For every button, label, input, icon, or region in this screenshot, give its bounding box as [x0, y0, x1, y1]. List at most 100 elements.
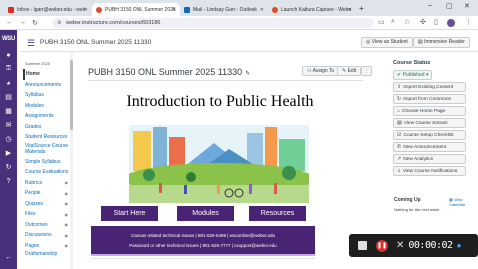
coming-up-empty-text: Nothing for the next week — [394, 207, 440, 212]
canvas-icon — [96, 6, 102, 13]
nav-item-assignments[interactable]: Assignments — [23, 111, 69, 122]
nav-item-discussions[interactable]: Discussions ◉ — [23, 230, 69, 241]
nav-item-student-resources[interactable]: Student Resources — [23, 132, 69, 143]
global-navigation: WSU ● ⚿ ◕ ▤ ▦ ✉ ◷ ▶ ↻ ? ← — [0, 30, 17, 269]
minimize-icon[interactable]: – — [428, 2, 432, 9]
extensions-icon[interactable]: ✣ — [420, 18, 426, 26]
new-analytics-button[interactable]: ↗ New Analytics — [393, 153, 466, 164]
stop-icon[interactable] — [358, 241, 367, 250]
url-field[interactable]: ⚙ weber.instructure.com/courses/603186 — [52, 18, 374, 28]
dashboard-icon[interactable]: ◕ — [0, 76, 17, 90]
view-calendar-link[interactable]: ▦ View Calendar — [449, 197, 478, 207]
hidden-eye-icon: ◉ — [64, 180, 69, 186]
calendar-icon[interactable]: ▦ — [0, 104, 17, 118]
view-as-student-button[interactable]: ◎ View as Student — [361, 37, 413, 48]
import-existing-content-button[interactable]: ⇪ Import Existing Content — [393, 81, 466, 92]
outlook-icon — [184, 6, 190, 13]
cancel-recording-icon[interactable]: ✕ — [396, 240, 404, 251]
import-from-commons-button[interactable]: ↻ Import from Commons — [393, 93, 466, 104]
help-icon[interactable]: ? — [0, 174, 17, 188]
close-icon[interactable]: ✕ — [84, 7, 88, 13]
resources-button[interactable]: Resources — [249, 206, 306, 221]
view-course-notifications-button[interactable]: ♫ View Course Notifications — [393, 165, 466, 176]
term-label: Summer 2025 — [25, 61, 51, 66]
browser-tab-active[interactable]: PUBH 3150 ONL Summer 2025 ✕ — [92, 3, 180, 16]
browser-tab-bar: Inbox - lgarr@weber.edu - web ✕ PUBH 3150… — [0, 0, 478, 16]
nav-item-simple-syllabus[interactable]: Simple Syllabus — [23, 157, 69, 168]
announcement-icon: ✆ — [397, 143, 402, 150]
collapse-icon[interactable]: ← — [0, 250, 17, 264]
browser-tab[interactable]: Launch Kaltura Capture - Webe ✕ — [268, 3, 356, 16]
close-icon[interactable]: ✕ — [260, 7, 264, 13]
pause-icon[interactable]: ❚❚ — [376, 239, 388, 252]
checklist-icon: ☑ — [397, 131, 402, 138]
home-icon: ⌂ — [397, 107, 401, 114]
recording-toolbar: ❚❚ ✕ 00:00:02 ● — [349, 234, 478, 257]
forward-icon[interactable]: → — [19, 19, 26, 26]
cast-icon[interactable]: ▭ — [378, 18, 385, 26]
immersive-reader-button[interactable]: ▤ Immersive Reader — [413, 37, 470, 48]
admin-icon[interactable]: ⚿ — [0, 62, 17, 76]
courses-icon[interactable]: ▤ — [0, 90, 17, 104]
header-divider — [20, 51, 478, 52]
sidepanel-icon[interactable]: ▯ — [434, 18, 438, 26]
account-icon[interactable]: ● — [0, 48, 17, 62]
modules-button[interactable]: Modules — [177, 206, 234, 221]
sidebar-scrollbar-thumb[interactable] — [70, 60, 73, 130]
nav-item-draftsmanship[interactable]: Draftsmanship — [23, 251, 69, 257]
kebab-icon: ⋮ — [364, 68, 369, 74]
breadcrumb[interactable]: PUBH 3150 ONL Summer 2025 11330 — [40, 39, 151, 46]
nav-item-syllabus[interactable]: Syllabus — [23, 90, 69, 101]
history-icon[interactable]: ◷ — [0, 132, 17, 146]
reload-icon[interactable]: ↻ — [32, 19, 38, 27]
hidden-eye-icon: ◉ — [64, 190, 69, 196]
nav-item-home[interactable]: Home — [23, 69, 69, 80]
published-button[interactable]: ✔ Published ▾ — [393, 69, 433, 80]
view-course-stream-button[interactable]: ▤ View Course Stream — [393, 117, 466, 128]
nav-item-announcements[interactable]: Announcements — [23, 80, 69, 91]
close-icon[interactable]: ✕ — [172, 7, 176, 13]
hamburger-menu-icon[interactable]: ☰ — [27, 38, 35, 49]
password-support-line: Password or other technical issues | 801… — [129, 243, 277, 248]
choose-home-page-button[interactable]: ⌂ Choose Home Page — [393, 105, 466, 116]
nav-item-grades[interactable]: Grades — [23, 122, 69, 133]
nav-item-modules[interactable]: Modules — [23, 101, 69, 112]
new-announcement-button[interactable]: ✆ New Announcement — [393, 141, 466, 152]
assign-to-button[interactable]: ⚇ Assign To — [302, 66, 340, 76]
nav-item-quizzes[interactable]: Quizzes ◉ — [23, 199, 69, 210]
more-options-button[interactable]: ⋮ — [361, 66, 372, 76]
nav-item-files[interactable]: Files ◉ — [23, 209, 69, 220]
studio-icon[interactable]: ▶ — [0, 146, 17, 160]
close-icon[interactable]: ✕ — [348, 7, 352, 13]
nav-item-pages[interactable]: Pages ◉ — [23, 241, 69, 252]
commons-icon[interactable]: ↻ — [0, 160, 17, 174]
nav-item-vitalsource[interactable]: VitalSource Course Materials — [23, 143, 69, 157]
bookmark-icon[interactable]: ☆ — [404, 18, 410, 26]
maximize-icon[interactable]: ▢ — [446, 2, 453, 10]
browser-tab[interactable]: Mail - Lindsay Garr - Outlook ✕ — [180, 3, 268, 16]
inbox-icon[interactable]: ✉ — [0, 118, 17, 132]
nav-item-rubrics[interactable]: Rubrics ◉ — [23, 178, 69, 189]
nav-item-course-evaluations[interactable]: Course Evaluations — [23, 167, 69, 178]
course-status-panel: Course Status ✔ Published ▾ ⇪ Import Exis… — [390, 60, 478, 176]
commons-icon: ↻ — [397, 95, 402, 102]
nav-item-outcomes[interactable]: Outcomes ◉ — [23, 220, 69, 231]
new-tab-icon[interactable]: + — [359, 4, 364, 13]
microphone-icon[interactable]: ● — [457, 241, 462, 250]
window-close-icon[interactable]: ✕ — [464, 2, 470, 10]
course-setup-checklist-button[interactable]: ☑ Course Setup Checklist — [393, 129, 466, 140]
browser-tab[interactable]: Inbox - lgarr@weber.edu - web ✕ — [4, 3, 92, 16]
back-icon[interactable]: ← — [6, 19, 13, 26]
edit-button[interactable]: ✎ Edit — [337, 66, 362, 76]
menu-icon[interactable]: ⋮ — [465, 18, 472, 26]
profile-avatar[interactable] — [447, 19, 455, 27]
nav-item-people[interactable]: People ◉ — [23, 188, 69, 199]
site-info-icon[interactable]: ⚙ — [57, 18, 61, 28]
zoom-icon[interactable]: ⌕ — [391, 18, 395, 26]
start-here-button[interactable]: Start Here — [101, 206, 158, 221]
wsu-logo[interactable]: WSU — [0, 30, 17, 48]
support-info-box: Canvas related technical issues | 801-62… — [91, 226, 315, 256]
recording-timer: 00:00:02 — [408, 240, 453, 251]
hidden-eye-icon: ◉ — [64, 232, 69, 238]
course-navigation: Home Announcements Syllabus Modules Assi… — [23, 69, 69, 257]
